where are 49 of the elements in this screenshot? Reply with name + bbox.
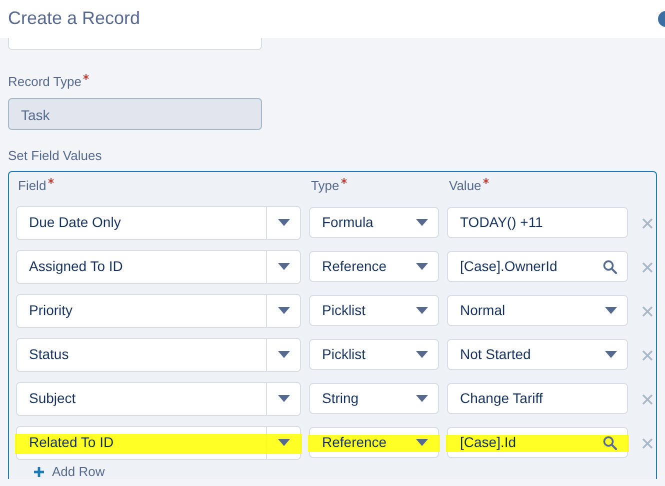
caret-icon — [278, 395, 290, 402]
value-field[interactable]: [Case].OwnerId — [447, 251, 628, 282]
field-dropdown[interactable]: Priority — [16, 294, 301, 328]
field-label: Value — [449, 176, 628, 196]
caret-icon — [416, 439, 428, 446]
caret-icon — [278, 351, 290, 358]
close-icon[interactable] — [642, 394, 652, 406]
type-dropdown[interactable]: Picklist — [309, 339, 439, 370]
value-field[interactable]: TODAY() +11 — [447, 207, 628, 238]
input-field[interactable] — [8, 38, 262, 50]
section-label: Set Field Values — [8, 146, 103, 164]
field-dropdown[interactable]: Due Date Only — [16, 206, 301, 240]
field-dropdown[interactable]: Related To ID — [16, 426, 301, 460]
search-icon[interactable] — [603, 260, 617, 274]
caret-icon — [278, 439, 290, 446]
close-icon[interactable] — [642, 350, 652, 362]
field-label: Field — [18, 176, 301, 196]
window-title: Create a Record — [8, 8, 140, 30]
close-icon[interactable] — [642, 438, 652, 450]
search-icon[interactable] — [603, 436, 617, 450]
value-dropdown[interactable]: Normal — [447, 295, 628, 326]
type-dropdown[interactable]: Picklist — [309, 295, 439, 326]
add-row-link[interactable]: Add Row — [52, 464, 105, 479]
caret-icon — [605, 307, 617, 314]
caret-icon — [278, 307, 290, 314]
close-icon[interactable] — [642, 306, 652, 318]
field-dropdown[interactable]: Status — [16, 338, 301, 372]
close-icon[interactable] — [642, 218, 652, 230]
close-icon[interactable] — [642, 262, 652, 274]
type-dropdown[interactable]: Reference — [309, 251, 439, 282]
type-dropdown[interactable]: String — [309, 383, 439, 414]
caret-icon — [278, 219, 290, 226]
caret-icon — [416, 351, 428, 358]
caret-icon — [416, 219, 428, 226]
field-dropdown[interactable]: Assigned To ID — [16, 250, 301, 284]
value-field[interactable]: Change Tariff — [447, 383, 628, 414]
value-dropdown[interactable]: Not Started — [447, 339, 628, 370]
type-dropdown[interactable]: Formula — [309, 207, 439, 238]
help-icon[interactable] — [657, 11, 665, 27]
field-dropdown[interactable]: Subject — [16, 382, 301, 416]
field-label: Type — [311, 176, 439, 196]
field-label: Record Type — [8, 72, 665, 92]
caret-icon — [416, 395, 428, 402]
caret-icon — [416, 307, 428, 314]
caret-icon — [416, 263, 428, 270]
caret-icon — [278, 263, 290, 270]
type-dropdown[interactable]: Reference — [309, 427, 439, 458]
value-field[interactable]: [Case].Id — [447, 427, 628, 458]
caret-icon — [605, 351, 617, 358]
